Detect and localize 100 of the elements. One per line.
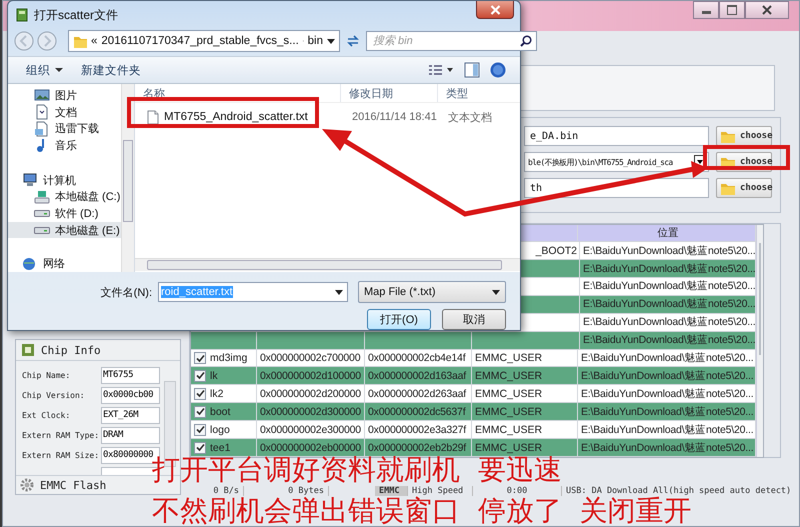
table-cell: 0x000000002cb4e14f [365,350,472,366]
close-icon [762,5,772,15]
choose-button[interactable]: choose [716,126,772,146]
status-text: 0 B/s [189,486,244,496]
info-field: EXT_26M [101,406,160,424]
table-cell: 0x000000002e300000 [257,421,365,438]
checkbox[interactable] [194,424,206,436]
checkbox[interactable] [194,370,206,382]
computer-icon [22,172,38,188]
close-button[interactable] [745,1,789,19]
window-icon [16,8,28,22]
nav-item[interactable]: 图片 [8,87,121,104]
table-cell: EMMC_USER [472,385,578,402]
nav-item[interactable]: 本地磁盘 (E:) [8,222,121,238]
download-folder-icon [34,120,50,137]
nav-item[interactable]: 网络 [8,255,121,272]
table-cell: 0x000000002d300000 [257,403,365,420]
table-cell: EMMC_USER [472,367,578,384]
file-type: 文本文档 [447,110,493,126]
info-field: 0x0000cb00 [101,386,160,404]
panel-title: EMMC Flash [40,478,106,492]
nav-item[interactable]: 迅雷下载 [8,120,121,138]
address-bar[interactable]: « 20161107170347_prd_stable_fvcs_s... bin [68,30,340,52]
chip-icon [21,343,35,357]
open-button[interactable]: 打开(O) [367,309,431,330]
table-cell: boot [191,403,257,420]
table-cell: 0x000000002eb00000 [257,439,365,456]
table-cell: 0x000000002dc5637f [365,403,472,420]
document-icon [34,104,50,120]
checkbox[interactable] [194,388,206,400]
scrollbar[interactable] [756,225,763,457]
table-cell: 0x000000002d200000 [257,385,365,402]
table-cell: EMMC_USER [472,403,578,420]
new-folder-button[interactable]: 新建文件夹 [77,60,145,80]
table-cell: md3img [191,350,257,366]
search-icon [520,35,532,47]
table-cell: 0x000000002eb2b29f [365,439,472,456]
column-header[interactable]: 类型 [438,84,520,102]
picture-icon [34,87,50,104]
maximize-button[interactable] [719,1,745,19]
path-field[interactable]: e_DA.bin [524,126,709,146]
breadcrumb[interactable]: « [91,35,98,47]
field-label: Ext Clock: [22,410,70,420]
field-label: Chip Name: [22,370,70,380]
checkbox[interactable] [194,352,206,364]
status-text: High Speed [408,486,473,496]
field-label: 文件名(N): [100,286,152,300]
organize-menu[interactable]: 组织 [22,60,67,80]
panel-title: Chip Info [41,344,101,356]
choose-button[interactable]: choose [716,178,772,198]
status-text: EMMC [375,486,408,496]
table-cell: 0x000000002e3a327f [365,421,472,438]
field-label: Chip Version: [22,390,85,400]
table-cell: lk [191,367,257,384]
path-dropdown[interactable]: ble(不换板用)\bin\MT6755_Android_sca [524,152,709,172]
info-field: MT6755 [101,366,160,384]
table-cell: 0x000000002d163aaf [365,367,472,384]
column-header[interactable]: 修改日期 [341,84,438,102]
table-cell: lk2 [191,385,257,402]
refresh-icon[interactable] [345,33,361,49]
view-list-icon[interactable] [428,64,454,76]
nav-item[interactable]: 音乐 [8,137,121,154]
breadcrumb[interactable]: 20161107170347_prd_stable_fvcs_s... [101,35,299,47]
annotation-text: 不然刷机会弹出错误窗口 停放了 关闭重开 [152,496,692,526]
window-title: 打开scatter文件 [34,6,118,24]
nav-item[interactable]: 计算机 [8,172,121,188]
nav-item[interactable]: 文档 [8,104,121,120]
cancel-button[interactable]: 取消 [442,309,506,330]
drive-icon [34,226,50,234]
table-cell: logo [191,421,257,438]
preview-pane-icon[interactable] [464,62,480,78]
drive-icon [34,188,50,205]
checkbox[interactable] [194,442,206,454]
close-icon [490,4,500,14]
file-type-dropdown[interactable]: Map File (*.txt) [358,281,506,303]
table-cell: 0x000000002c700000 [257,350,365,366]
minimize-button[interactable] [693,1,719,19]
checkbox[interactable] [194,406,206,418]
file-item[interactable]: MT6755_Android_scatter.txt [135,106,344,128]
scrollbar[interactable] [135,258,520,271]
close-button[interactable] [476,1,514,19]
nav-item[interactable]: 软件 (D:) [8,205,121,222]
field-label: Extern RAM Type: [22,430,100,440]
status-text: USB: DA Download All(high speed auto detect) [565,486,792,496]
nav-item[interactable]: 本地磁盘 (C:) [8,188,121,206]
status-text: 0 Bytes [244,486,329,496]
drive-icon [34,210,50,217]
table-cell: tee1 [191,439,257,456]
status-text: 0:00 [473,486,562,496]
search-field[interactable]: 搜索 bin [366,31,537,51]
file-date: 2016/11/14 18:41 [351,110,438,125]
text-file-icon [147,110,159,124]
caret-icon[interactable] [327,38,335,44]
table-cell: EMMC_USER [472,350,578,366]
field-label: Extern RAM Size: [22,450,100,460]
info-field: DRAM [101,426,160,444]
scrollbar[interactable] [121,84,134,272]
table-cell: EMMC_USER [472,421,578,438]
breadcrumb[interactable]: bin [308,35,323,47]
gear-icon [20,478,34,492]
